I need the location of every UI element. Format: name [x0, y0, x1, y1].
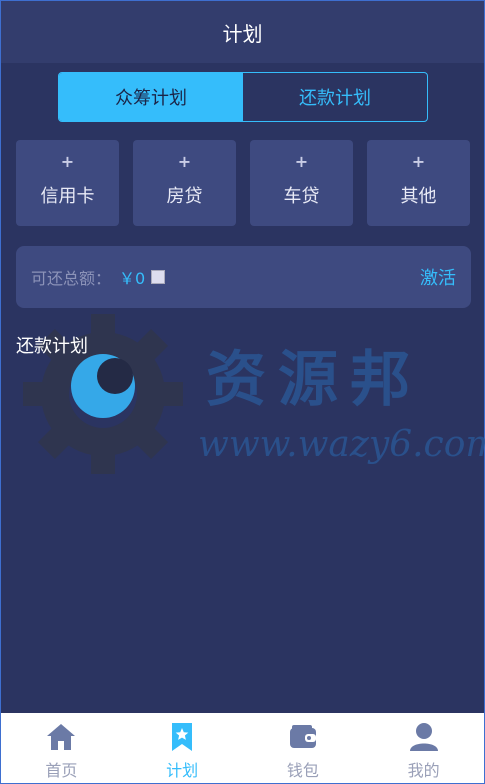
bottom-tab-bar: 首页 计划 钱包 我的 [1, 713, 484, 783]
tab-plan[interactable]: 计划 [122, 713, 243, 783]
category-grid: + 信用卡 + 房贷 + 车贷 + 其他 [16, 140, 470, 226]
tab-repay-plan[interactable]: 还款计划 [243, 73, 427, 121]
repayable-total-card: 可还总额： ￥0 激活 [16, 246, 471, 308]
tab-label: 计划 [166, 761, 199, 780]
plan-type-segment: 众筹计划 还款计划 [58, 72, 428, 122]
category-label: 车贷 [283, 186, 320, 207]
repayable-total-label: 可还总额： [31, 269, 112, 288]
user-icon [409, 723, 438, 751]
category-credit-card[interactable]: + 信用卡 [16, 140, 119, 226]
broken-image-icon [151, 270, 166, 284]
tab-label: 首页 [45, 761, 78, 780]
tab-crowdfund-plan[interactable]: 众筹计划 [59, 73, 243, 121]
repay-plan-section-title: 还款计划 [16, 336, 88, 357]
tab-label: 钱包 [286, 761, 319, 780]
watermark-url: www.wazy6.com [198, 424, 485, 465]
page-title: 计划 [222, 21, 263, 46]
tab-mine[interactable]: 我的 [363, 713, 484, 783]
home-icon [47, 724, 76, 750]
category-label: 房贷 [166, 186, 203, 207]
tab-label: 我的 [407, 761, 440, 780]
bookmark-star-icon [172, 723, 193, 751]
plus-icon: + [60, 152, 75, 171]
category-label: 其他 [400, 186, 437, 207]
watermark-text: 资源邦 www.wazy6.com [198, 331, 485, 465]
tab-home[interactable]: 首页 [1, 713, 122, 783]
page-header: 计划 [1, 1, 484, 63]
category-other[interactable]: + 其他 [367, 140, 470, 226]
wallet-icon [289, 725, 316, 748]
watermark-name: 资源邦 [206, 345, 422, 415]
plus-icon: + [411, 152, 426, 171]
tab-wallet[interactable]: 钱包 [243, 713, 364, 783]
category-car-loan[interactable]: + 车贷 [250, 140, 353, 226]
plus-icon: + [177, 152, 192, 171]
category-mortgage[interactable]: + 房贷 [133, 140, 236, 226]
repayable-total-amount: ￥0 [119, 269, 146, 288]
category-label: 信用卡 [40, 186, 95, 207]
activate-link[interactable]: 激活 [420, 264, 456, 290]
plus-icon: + [294, 152, 309, 171]
